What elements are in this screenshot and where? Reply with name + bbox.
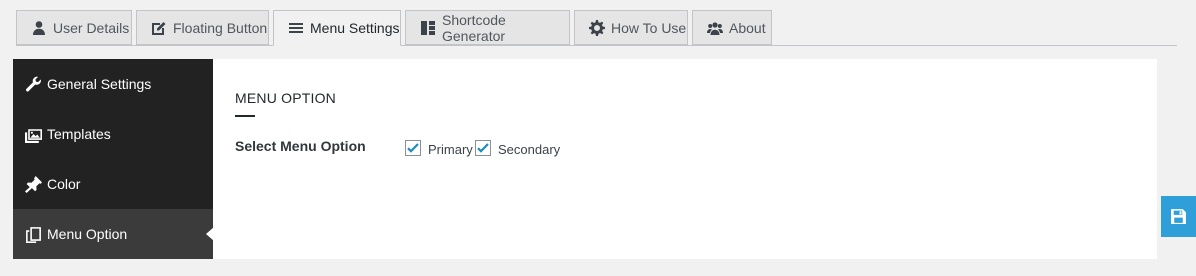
tab-how-to-use[interactable]: How To Use [574,10,688,45]
section-title: MENU OPTION [235,90,336,106]
checkmark-icon [477,143,489,153]
tab-label: How To Use [611,19,687,36]
settings-sidebar: General Settings Templates Color Menu Op… [13,59,214,259]
checkmark-icon [407,143,419,153]
tab-shortcode-generator[interactable]: Shortcode Generator [405,10,570,45]
tab-floating-button[interactable]: Floating Button [136,10,269,45]
sidebar-item-label: General Settings [47,76,152,92]
images-icon [24,125,42,143]
group-icon [707,20,723,36]
tab-menu-settings[interactable]: Menu Settings [273,10,401,46]
sidebar-item-menu-option[interactable]: Menu Option [13,209,214,259]
sidebar-item-general-settings[interactable]: General Settings [13,59,213,109]
option-secondary: Secondary [475,139,560,157]
secondary-label: Secondary [498,142,561,157]
layout-icon [420,20,436,36]
gear-icon [589,19,605,36]
primary-checkbox[interactable] [405,140,421,156]
tab-label: User Details [53,19,130,36]
tab-user-details[interactable]: User Details [16,10,132,45]
user-icon [31,20,47,36]
menu-icon [288,20,304,36]
pages-icon [24,225,42,243]
tab-label: Menu Settings [310,20,400,36]
pin-icon [24,175,42,193]
sidebar-item-templates[interactable]: Templates [13,109,213,159]
tab-label: About [729,19,766,36]
secondary-checkbox[interactable] [475,140,491,156]
save-icon [1171,209,1186,224]
select-menu-option-label: Select Menu Option [235,138,366,154]
edit-icon [151,20,167,36]
tab-label: Shortcode Generator [442,11,506,44]
option-primary: Primary [405,139,473,157]
wrench-icon [24,75,42,93]
settings-panel: General Settings Templates Color Menu Op… [13,59,1157,259]
tab-label: Floating Button [173,19,268,36]
tab-about[interactable]: About [692,10,772,45]
title-underline [235,115,255,117]
sidebar-item-color[interactable]: Color [13,159,213,209]
sidebar-item-label: Color [47,176,81,192]
primary-label: Primary [428,142,473,157]
save-button[interactable] [1161,196,1196,237]
settings-tab-bar: User Details Floating Button Menu Settin… [16,10,1177,46]
sidebar-item-label: Templates [47,126,111,142]
sidebar-item-label: Menu Option [47,226,128,242]
